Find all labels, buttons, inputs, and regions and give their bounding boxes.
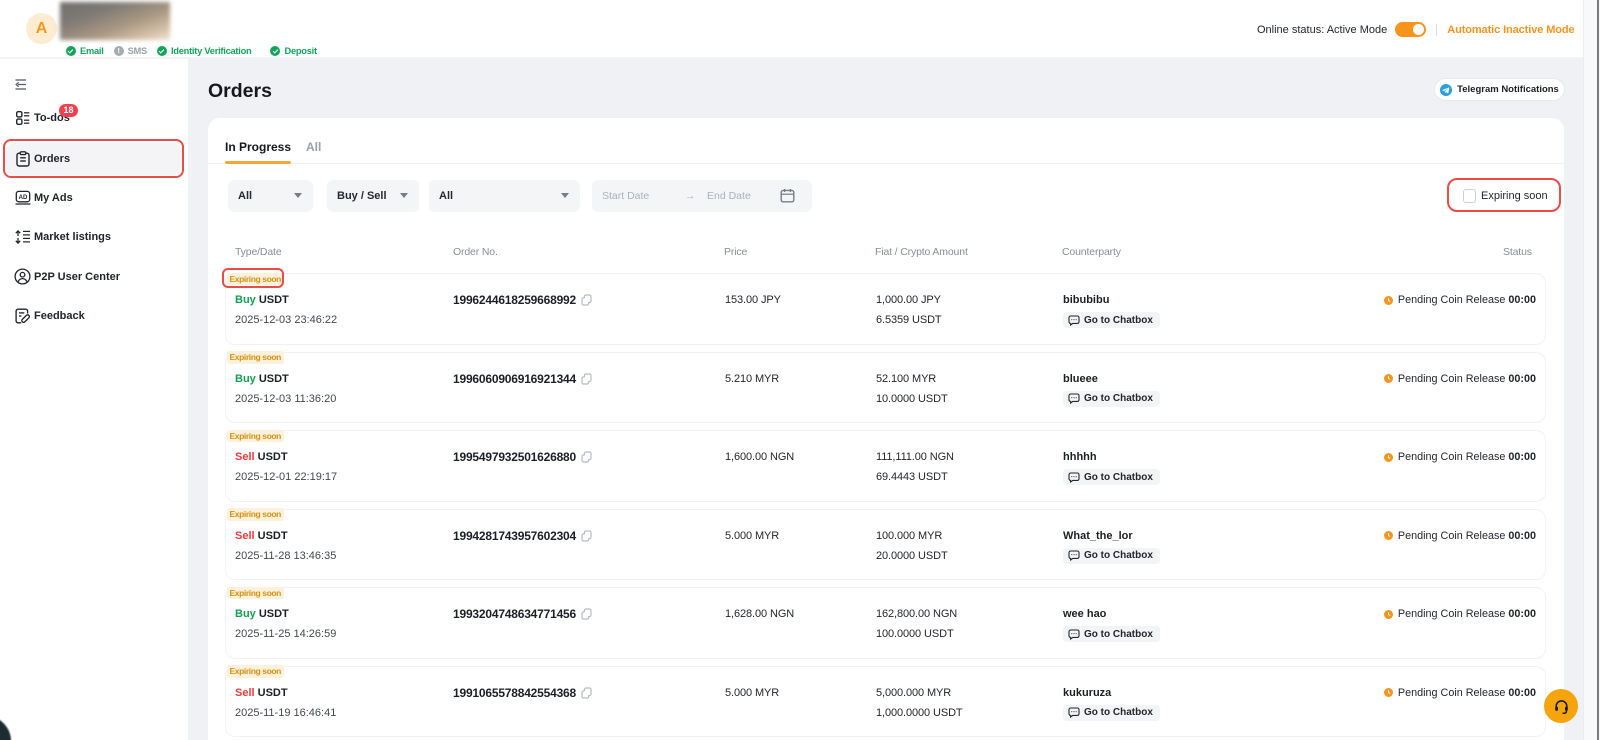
svg-text:AD: AD — [18, 195, 27, 201]
